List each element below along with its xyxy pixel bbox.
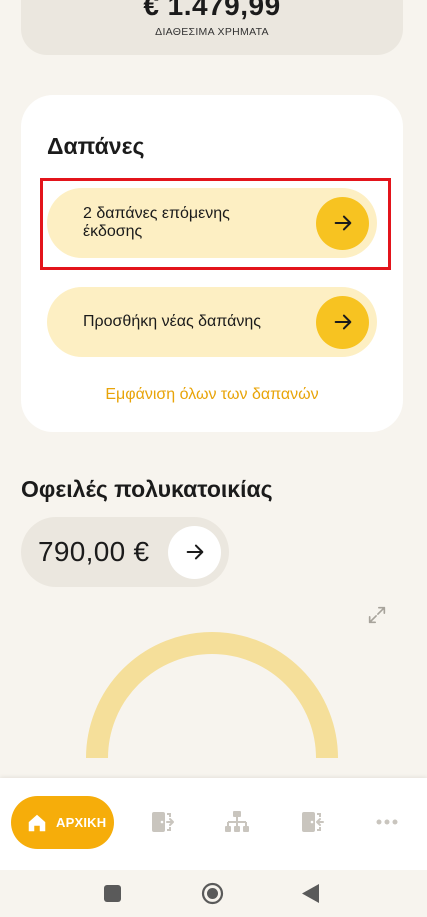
home-circle-icon[interactable] [201, 882, 224, 905]
nav-home-button[interactable]: ΑΡΧΙΚΗ [11, 796, 114, 849]
dues-title: Οφειλές πολυκατοικίας [21, 476, 273, 502]
dues-gauge [86, 632, 338, 758]
system-nav-bar [0, 870, 427, 917]
expand-icon[interactable] [366, 604, 388, 626]
expenses-title: Δαπάνες [47, 133, 145, 159]
bottom-nav: ΑΡΧΙΚΗ [0, 778, 427, 870]
hierarchy-icon[interactable] [224, 809, 250, 835]
exit-door-icon[interactable] [149, 809, 175, 835]
next-issue-expenses-label: 2 δαπάνες επόμενης έκδοσης [83, 205, 230, 240]
balance-amount: € 1.479,99 [143, 0, 281, 21]
arrow-right-icon [316, 196, 369, 250]
balance-label: ΔΙΑΘΕΣΙΜΑ ΧΡΗΜΑΤΑ [155, 26, 269, 38]
back-icon[interactable] [301, 883, 320, 904]
add-expense-label: Προσθήκη νέας δαπάνης [83, 313, 261, 330]
dues-amount: 790,00 € [38, 536, 150, 567]
add-expense-button[interactable]: Προσθήκη νέας δαπάνης [47, 287, 377, 357]
recents-icon[interactable] [103, 884, 122, 903]
nav-home-label: ΑΡΧΙΚΗ [56, 815, 107, 830]
expenses-card: Δαπάνες 2 δαπάνες επόμενης έκδοσης Προσθ… [21, 95, 403, 432]
arrow-right-icon [168, 525, 221, 579]
next-issue-expenses-button[interactable]: 2 δαπάνες επόμενης έκδοσης [47, 188, 377, 258]
arrow-right-icon [316, 295, 369, 349]
more-icon[interactable] [374, 809, 400, 835]
show-all-expenses-link[interactable]: Εμφάνιση όλων των δαπανών [21, 386, 403, 404]
enter-door-icon[interactable] [299, 809, 325, 835]
balance-card: € 1.479,99 ΔΙΑΘΕΣΙΜΑ ΧΡΗΜΑΤΑ [21, 0, 403, 55]
home-icon [28, 814, 46, 831]
dues-button[interactable]: 790,00 € [21, 517, 229, 587]
